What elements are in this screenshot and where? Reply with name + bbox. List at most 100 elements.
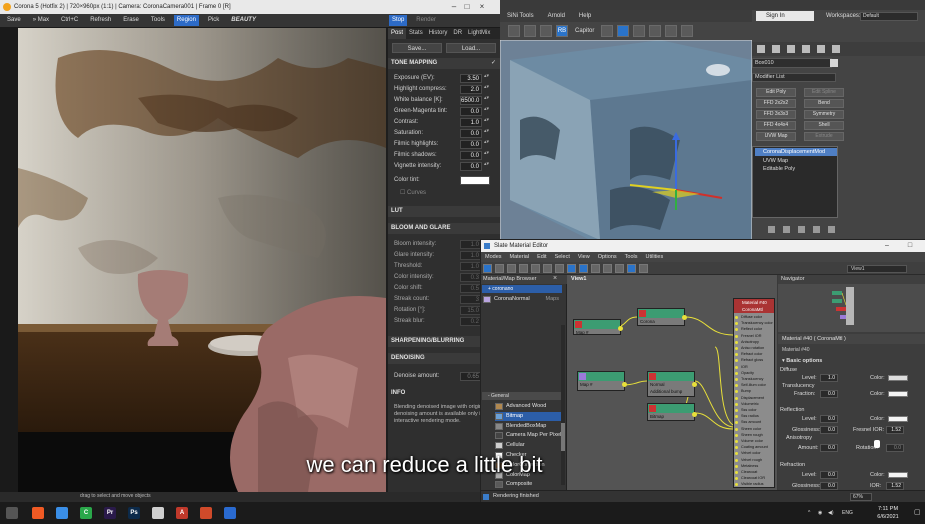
tone-row-value[interactable]: 0.0 [460, 151, 482, 160]
slate-menu-material[interactable]: Material [506, 252, 534, 262]
material-slot[interactable]: Refract gloss [734, 358, 776, 363]
post-load-button[interactable]: Load... [446, 43, 496, 53]
select-by-material-icon[interactable] [627, 263, 636, 273]
material-slot[interactable]: Translucency color [734, 321, 776, 326]
taskbar-app-icon[interactable]: C [80, 507, 92, 519]
slate-menu-tools[interactable]: Tools [621, 252, 642, 262]
spinner-icon[interactable]: ▴▾ [484, 74, 489, 83]
show-map-viewport-icon[interactable] [567, 263, 576, 273]
slate-menu-select[interactable]: Select [551, 252, 574, 262]
workspaces-dropdown[interactable]: Default [860, 12, 918, 21]
material-slot[interactable]: Visible radius [734, 482, 776, 487]
browser-result-item[interactable]: CoronaNormal Maps [483, 295, 561, 304]
refraction-gloss-field[interactable]: 0.0 [820, 482, 838, 490]
minimize-icon[interactable]: – [448, 0, 460, 14]
translucency-color-swatch[interactable] [888, 391, 908, 397]
map-list-item[interactable]: Cellular [495, 441, 561, 450]
save-button[interactable]: Save [4, 15, 24, 26]
bloom-row-value[interactable]: 0.5 [460, 284, 482, 293]
tone-row-value[interactable]: 1.0 [460, 118, 482, 127]
material-slot[interactable]: Volume color [734, 439, 776, 443]
slate-maximize-icon[interactable]: □ [904, 240, 916, 252]
tab-lightmix[interactable]: LightMix [465, 28, 493, 39]
reflection-level-field[interactable]: 0.0 [820, 415, 838, 423]
tone-row-value[interactable]: 3.50 [460, 74, 482, 83]
material-parameter-icon[interactable] [615, 263, 624, 273]
language-indicator[interactable]: ENG [842, 510, 853, 516]
menu-arnold[interactable]: Arnold [541, 10, 572, 22]
tab-dr[interactable]: DR [450, 28, 465, 39]
node-normal-map[interactable]: Normal Additional bump [647, 371, 697, 397]
rendered-image[interactable] [18, 28, 386, 492]
render-iterative-icon[interactable] [681, 25, 694, 37]
param-material-name[interactable]: Material #40 [778, 346, 925, 354]
bloom-row-value[interactable]: 0.2 [460, 317, 482, 326]
wifi-icon[interactable]: ◉ [818, 510, 822, 516]
motion-tab-icon[interactable] [802, 45, 810, 53]
modifier-button[interactable]: Symmetry [804, 110, 844, 119]
anisotropy-amount-field[interactable]: 0.0 [820, 444, 838, 452]
grid-icon-2[interactable] [540, 25, 552, 37]
spinner-icon[interactable]: ▴▾ [484, 140, 489, 149]
diffuse-level-field[interactable]: 1.0 [820, 374, 838, 382]
select-tool-icon[interactable] [483, 263, 492, 273]
slate-menu-view[interactable]: View [574, 252, 594, 262]
lut-section[interactable]: LUT [388, 206, 500, 217]
sign-in-button[interactable]: Sign In [756, 11, 814, 21]
node-output-port[interactable] [692, 382, 697, 387]
menu-help[interactable]: Help [572, 10, 598, 22]
erase-button[interactable]: Erase [120, 15, 142, 26]
layout-children-icon[interactable] [603, 263, 612, 273]
map-list-item[interactable]: Camera Map Per Pixel [495, 431, 561, 440]
tab-history[interactable]: History [426, 28, 451, 39]
show-end-result-icon[interactable] [783, 225, 790, 233]
stack-item-editable-poly[interactable]: Editable Poly [755, 165, 837, 173]
copy-button[interactable]: Ctrl+C [58, 15, 81, 26]
teapot-icon[interactable] [601, 25, 614, 37]
utilities-tab-icon[interactable] [832, 45, 840, 53]
material-slot[interactable]: Aniso rotation [734, 346, 776, 350]
material-slot[interactable]: Fresnel IOR [734, 334, 776, 338]
material-slot[interactable]: Sheen rough [734, 433, 776, 437]
material-slot[interactable]: Refract color [734, 352, 776, 357]
bloom-row-value[interactable]: 1.0 [460, 262, 482, 271]
grid-icon[interactable] [524, 25, 536, 37]
material-slot[interactable]: Sheen color [734, 427, 776, 431]
fresnel-field[interactable]: 1.52 [886, 426, 904, 434]
modifier-list-dropdown[interactable]: Modifier List [752, 73, 836, 82]
assign-material-icon[interactable] [519, 263, 528, 273]
zoom-percentage[interactable]: 67% [850, 493, 872, 501]
spinner-icon[interactable]: ▴▾ [484, 162, 489, 171]
modifier-button[interactable]: FFD 2x2x2 [756, 99, 796, 108]
perspective-viewport[interactable] [500, 40, 752, 240]
node-output-port[interactable] [692, 412, 697, 417]
material-slot[interactable]: IOR [734, 365, 776, 369]
slate-minimize-icon[interactable]: – [881, 240, 893, 252]
remove-modifier-icon[interactable] [813, 225, 820, 233]
create-tab-icon[interactable] [757, 45, 765, 53]
configure-sets-icon[interactable] [828, 225, 835, 233]
taskbar-app-icon[interactable] [32, 507, 44, 519]
modifier-button[interactable]: Edit Poly [756, 88, 796, 97]
tone-mapping-checkbox[interactable]: ✓ [491, 58, 496, 69]
hide-unused-slots-icon[interactable] [555, 263, 564, 273]
material-editor-icon[interactable] [649, 25, 662, 37]
show-background-icon[interactable] [579, 263, 588, 273]
slate-menu-options[interactable]: Options [594, 252, 621, 262]
basic-options-rollout[interactable]: ▾ Basic options [782, 358, 822, 364]
bloom-row-value[interactable]: 0.3 [460, 273, 482, 282]
tone-row-value[interactable]: 0.0 [460, 129, 482, 138]
material-slot[interactable]: Sss color [734, 408, 776, 412]
modifier-button[interactable]: Extrude [804, 132, 844, 141]
object-color-swatch[interactable] [830, 59, 838, 67]
material-slot[interactable]: Coating amount [734, 445, 776, 450]
taskbar-app-icon[interactable]: A [176, 507, 188, 519]
tone-row-value[interactable]: 2.0 [460, 85, 482, 94]
modifier-button[interactable]: Shell [804, 121, 844, 130]
modifier-button[interactable]: Edit Spline [804, 88, 844, 97]
windows-start-icon[interactable] [6, 507, 18, 519]
browser-search-field[interactable]: + coronano [482, 285, 562, 293]
object-name-field[interactable]: Box010 [752, 58, 832, 68]
slate-menu-utilities[interactable]: Utilities [642, 252, 668, 262]
capitor-button[interactable]: Capitor [572, 26, 597, 37]
